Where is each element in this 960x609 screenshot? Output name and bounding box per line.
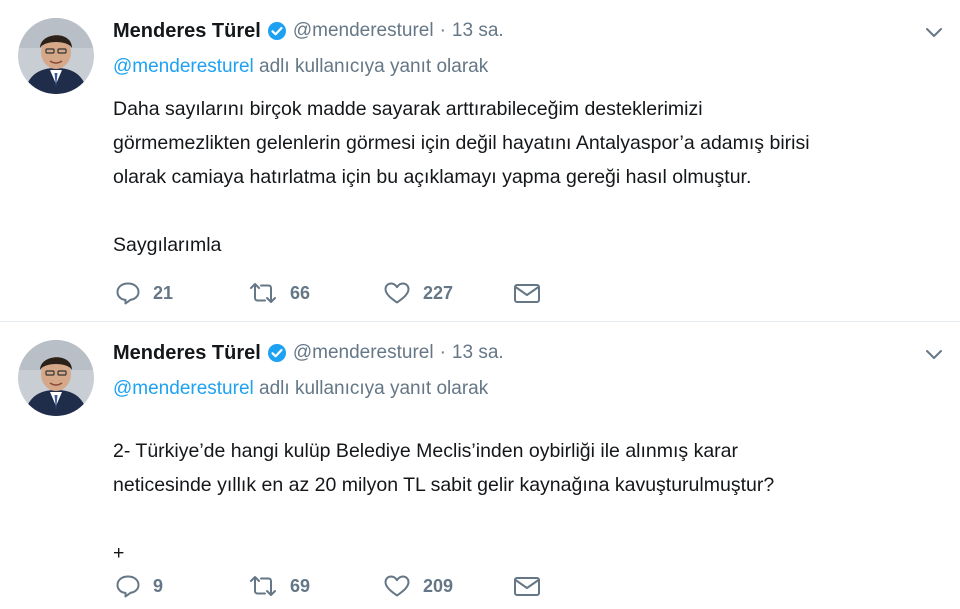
tweet-text-line: neticesinde yıllık en az 20 milyon TL sa… bbox=[113, 474, 775, 496]
tweet-actions: 9 69 209 bbox=[115, 571, 541, 601]
tweet-text: 2- Türkiye’de hangi kulüp Belediye Mecli… bbox=[113, 434, 943, 570]
verified-badge-icon bbox=[267, 343, 287, 363]
tweet-timestamp[interactable]: 13 sa. bbox=[452, 342, 504, 364]
reply-context: @menderesturel adlı kullanıcıya yanıt ol… bbox=[113, 56, 488, 78]
direct-message-button[interactable] bbox=[513, 574, 541, 598]
retweet-count: 66 bbox=[290, 282, 311, 303]
author-name[interactable]: Menderes Türel bbox=[113, 342, 261, 365]
reply-context-label: adlı kullanıcıya yanıt olarak bbox=[253, 378, 489, 399]
tweet-text-line: Saygılarımla bbox=[113, 234, 222, 256]
tweet-actions: 21 66 227 bbox=[115, 278, 541, 308]
author-name[interactable]: Menderes Türel bbox=[113, 20, 261, 43]
tweet-text-line: Daha sayılarını birçok madde sayarak art… bbox=[113, 98, 703, 120]
author-handle[interactable]: @menderesturel bbox=[293, 20, 434, 42]
retweet-icon bbox=[250, 576, 276, 596]
heart-icon bbox=[384, 282, 410, 304]
direct-message-icon bbox=[514, 577, 540, 596]
tweet-text-line: 2- Türkiye’de hangi kulüp Belediye Mecli… bbox=[113, 440, 739, 462]
author-handle[interactable]: @menderesturel bbox=[293, 342, 434, 364]
reply-count: 21 bbox=[153, 282, 174, 303]
reply-context: @menderesturel adlı kullanıcıya yanıt ol… bbox=[113, 378, 488, 400]
reply-mention-link[interactable]: @menderesturel bbox=[113, 378, 254, 399]
separator-dot: · bbox=[439, 20, 446, 41]
avatar-image bbox=[18, 340, 94, 416]
tweet-header: Menderes Türel @menderesturel · 13 sa. bbox=[113, 338, 504, 368]
chevron-down-icon[interactable] bbox=[924, 344, 944, 364]
retweet-button[interactable]: 69 bbox=[248, 574, 383, 598]
retweet-icon bbox=[250, 283, 276, 303]
like-count: 209 bbox=[423, 575, 454, 596]
tweet[interactable]: Menderes Türel @menderesturel · 13 sa. @… bbox=[0, 0, 960, 321]
tweet-header: Menderes Türel @menderesturel · 13 sa. bbox=[113, 16, 504, 46]
like-button[interactable]: 209 bbox=[383, 574, 513, 598]
tweet-timestamp[interactable]: 13 sa. bbox=[452, 20, 504, 42]
tweet[interactable]: Menderes Türel @menderesturel · 13 sa. @… bbox=[0, 322, 960, 609]
avatar-image bbox=[18, 18, 94, 94]
heart-icon bbox=[384, 575, 410, 597]
reply-button[interactable]: 21 bbox=[115, 281, 248, 305]
retweet-button[interactable]: 66 bbox=[248, 281, 383, 305]
reply-button[interactable]: 9 bbox=[115, 574, 248, 598]
tweet-text-spacer bbox=[113, 194, 943, 228]
reply-icon bbox=[116, 575, 140, 598]
avatar[interactable] bbox=[18, 340, 94, 416]
reply-count: 9 bbox=[153, 575, 164, 596]
tweet-text-line: görmemezlikten gelenlerin görmesi için d… bbox=[113, 132, 810, 154]
reply-icon bbox=[116, 282, 140, 305]
direct-message-button[interactable] bbox=[513, 281, 541, 305]
tweet-text-spacer bbox=[113, 502, 943, 536]
reply-context-label: adlı kullanıcıya yanıt olarak bbox=[253, 56, 489, 77]
tweet-text: Daha sayılarını birçok madde sayarak art… bbox=[113, 92, 943, 262]
avatar[interactable] bbox=[18, 18, 94, 94]
reply-mention-link[interactable]: @menderesturel bbox=[113, 56, 254, 77]
tweet-text-line: + bbox=[113, 542, 125, 564]
like-count: 227 bbox=[423, 282, 454, 303]
tweet-text-line: olarak camiaya hatırlatma için bu açıkla… bbox=[113, 166, 752, 188]
verified-badge-icon bbox=[267, 21, 287, 41]
timeline: Menderes Türel @menderesturel · 13 sa. @… bbox=[0, 0, 960, 609]
chevron-down-icon[interactable] bbox=[924, 22, 944, 42]
like-button[interactable]: 227 bbox=[383, 281, 513, 305]
separator-dot: · bbox=[439, 342, 446, 363]
retweet-count: 69 bbox=[290, 575, 311, 596]
direct-message-icon bbox=[514, 284, 540, 303]
